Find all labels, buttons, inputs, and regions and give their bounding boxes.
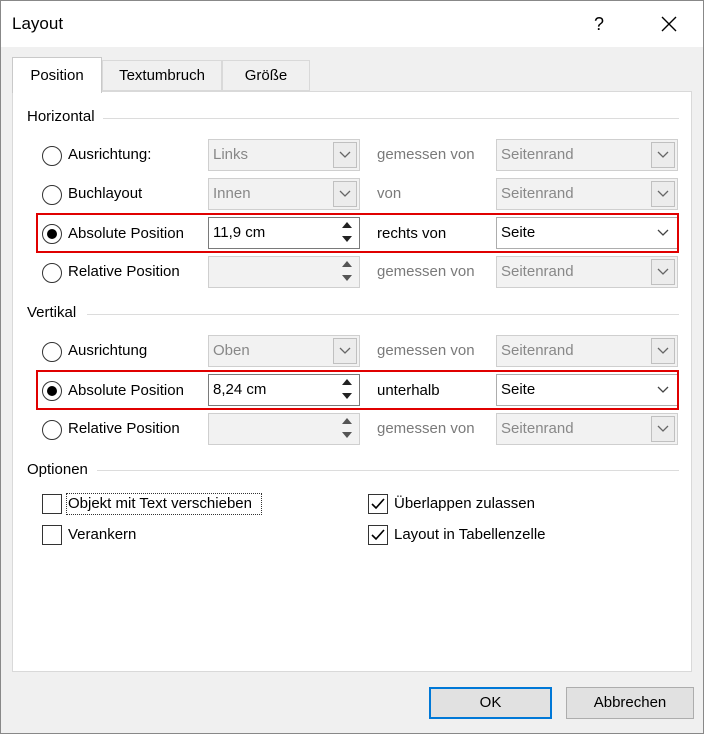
chevron-down-icon xyxy=(333,181,357,207)
relation-label-h-relative-position: gemessen von xyxy=(377,263,475,280)
spin-down-icon[interactable] xyxy=(336,272,358,286)
radio-h-book-layout[interactable] xyxy=(42,185,62,205)
title-bar: Layout ? xyxy=(1,1,703,47)
section-separator xyxy=(97,470,679,471)
select-h-book-layout-reference[interactable]: Seitenrand xyxy=(496,178,678,210)
radio-label-v-relative-position: Relative Position xyxy=(68,420,180,437)
section-separator xyxy=(103,118,679,119)
cancel-button[interactable]: Abbrechen xyxy=(566,687,694,719)
checkbox-move-with-text[interactable] xyxy=(42,494,62,514)
select-h-alignment-reference[interactable]: Seitenrand xyxy=(496,139,678,171)
chevron-down-icon xyxy=(651,416,675,442)
spin-up-icon[interactable] xyxy=(336,258,358,272)
radio-label-v-alignment: Ausrichtung xyxy=(68,342,148,359)
chevron-down-icon xyxy=(333,142,357,168)
dialog-title: Layout xyxy=(12,14,64,33)
select-value: Seitenrand xyxy=(501,185,574,202)
radio-v-alignment[interactable] xyxy=(42,342,62,362)
select-value: Innen xyxy=(213,185,251,202)
checkbox-label-layout-in-cell[interactable]: Layout in Tabellenzelle xyxy=(394,526,546,543)
spin-up-icon[interactable] xyxy=(336,415,358,429)
chevron-down-icon xyxy=(333,338,357,364)
chevron-down-icon xyxy=(651,142,675,168)
select-value: Seitenrand xyxy=(501,420,574,437)
checkmark-icon xyxy=(371,529,385,541)
select-value: Links xyxy=(213,146,249,163)
highlight-box-vertical xyxy=(36,370,679,410)
radio-h-relative-position[interactable] xyxy=(42,263,62,283)
select-v-relative-reference[interactable]: Seitenrand xyxy=(496,413,678,445)
close-icon xyxy=(661,16,677,32)
close-button[interactable] xyxy=(647,7,691,41)
checkbox-anchor[interactable] xyxy=(42,525,62,545)
checkbox-label-allow-overlap[interactable]: Überlappen zulassen xyxy=(394,495,535,512)
tab-groesse[interactable]: Größe xyxy=(222,60,310,91)
checkmark-icon xyxy=(371,498,385,510)
select-h-book-layout[interactable]: Innen xyxy=(208,178,360,210)
radio-label-h-alignment: Ausrichtung: xyxy=(68,146,152,163)
select-value: Seitenrand xyxy=(501,263,574,280)
relation-label-h-alignment: gemessen von xyxy=(377,146,475,163)
tab-textumbruch[interactable]: Textumbruch xyxy=(102,60,222,91)
help-button[interactable]: ? xyxy=(581,7,617,41)
select-value: Oben xyxy=(213,342,250,359)
relation-label-v-relative-position: gemessen von xyxy=(377,420,475,437)
chevron-down-icon xyxy=(651,259,675,285)
radio-h-alignment[interactable] xyxy=(42,146,62,166)
select-h-alignment[interactable]: Links xyxy=(208,139,360,171)
select-v-alignment-reference[interactable]: Seitenrand xyxy=(496,335,678,367)
spinner-v-relative-position[interactable] xyxy=(208,413,360,445)
chevron-down-icon xyxy=(651,338,675,364)
section-title-vertical: Vertikal xyxy=(27,304,83,321)
radio-label-h-book-layout: Buchlayout xyxy=(68,185,143,202)
section-title-horizontal: Horizontal xyxy=(27,108,101,125)
radio-label-h-relative-position: Relative Position xyxy=(68,263,180,280)
select-value: Seitenrand xyxy=(501,146,574,163)
spin-down-icon[interactable] xyxy=(336,429,358,443)
chevron-down-icon xyxy=(651,181,675,207)
relation-label-h-book-layout: von xyxy=(377,185,402,202)
radio-v-relative-position[interactable] xyxy=(42,420,62,440)
ok-button[interactable]: OK xyxy=(429,687,552,719)
checkbox-allow-overlap[interactable] xyxy=(368,494,388,514)
section-title-options: Optionen xyxy=(27,461,94,478)
checkbox-label-anchor[interactable]: Verankern xyxy=(68,526,136,543)
layout-dialog: Layout ? Position Textumbruch Größe Hori… xyxy=(0,0,704,734)
relation-label-v-alignment: gemessen von xyxy=(377,342,475,359)
tab-position[interactable]: Position xyxy=(12,57,102,93)
select-v-alignment[interactable]: Oben xyxy=(208,335,360,367)
checkbox-layout-in-cell[interactable] xyxy=(368,525,388,545)
section-separator xyxy=(87,314,679,315)
select-h-relative-reference[interactable]: Seitenrand xyxy=(496,256,678,288)
highlight-box-horizontal xyxy=(36,213,679,253)
spinner-h-relative-position[interactable] xyxy=(208,256,360,288)
select-value: Seitenrand xyxy=(501,342,574,359)
checkbox-label-move-with-text[interactable]: Objekt mit Text verschieben xyxy=(68,495,252,512)
